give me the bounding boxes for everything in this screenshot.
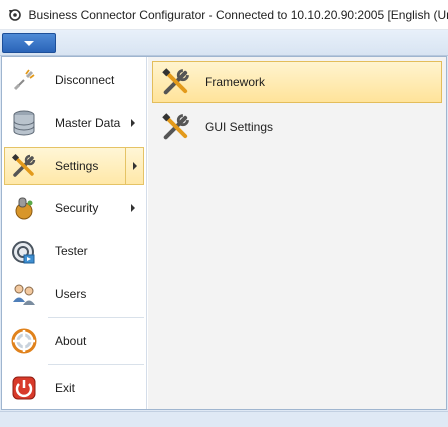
application-menu: Disconnect Master Data Settings Security… — [1, 56, 447, 410]
submenu-item-framework[interactable]: Framework — [152, 61, 442, 103]
status-bar — [0, 411, 448, 427]
menu-item-users[interactable]: Users — [4, 275, 144, 313]
menu-item-settings[interactable]: Settings — [4, 147, 144, 185]
menu-separator — [48, 317, 144, 318]
menu-item-tester[interactable]: Tester — [4, 232, 144, 270]
submenu-item-gui-settings[interactable]: GUI Settings — [152, 106, 442, 148]
ribbon — [0, 30, 448, 56]
submenu-item-label: Framework — [205, 75, 266, 89]
menu-separator — [48, 364, 144, 365]
menu-item-label: Security — [55, 201, 99, 215]
title-bar: Business Connector Configurator - Connec… — [0, 0, 448, 30]
window-title: Business Connector Configurator - Connec… — [28, 7, 448, 22]
menu-item-disconnect[interactable]: Disconnect — [4, 61, 144, 99]
about-icon — [9, 326, 39, 356]
menu-item-label: Exit — [55, 381, 76, 395]
menu-item-label: Disconnect — [55, 73, 115, 87]
tools-icon — [159, 65, 193, 99]
menu-item-label: Settings — [55, 159, 99, 173]
menu-item-security[interactable]: Security — [4, 189, 144, 227]
application-menu-left-column: Disconnect Master Data Settings Security… — [2, 57, 147, 409]
database-icon — [9, 108, 39, 138]
submenu-panel: Framework GUI Settings — [148, 57, 446, 409]
menu-item-master-data[interactable]: Master Data — [4, 104, 144, 142]
menu-item-about[interactable]: About — [4, 322, 144, 360]
disconnect-icon — [9, 65, 39, 95]
users-icon — [9, 279, 39, 309]
menu-item-exit[interactable]: Exit — [4, 369, 144, 407]
tester-icon — [9, 236, 39, 266]
exit-icon — [9, 373, 39, 403]
chevron-down-icon — [24, 40, 34, 46]
application-menu-button[interactable] — [2, 33, 56, 53]
menu-item-label: Tester — [55, 244, 88, 258]
tools-icon — [159, 110, 193, 144]
submenu-arrow-icon — [131, 119, 135, 127]
menu-item-label: About — [55, 334, 87, 348]
tools-icon — [9, 151, 39, 181]
submenu-arrow-icon — [131, 204, 135, 212]
submenu-arrow-icon — [133, 162, 137, 170]
menu-item-label: Master Data — [55, 116, 121, 130]
submenu-item-label: GUI Settings — [205, 120, 274, 134]
refresh-gear-icon — [6, 6, 24, 24]
menu-item-label: Users — [55, 287, 87, 301]
security-icon — [9, 193, 39, 223]
